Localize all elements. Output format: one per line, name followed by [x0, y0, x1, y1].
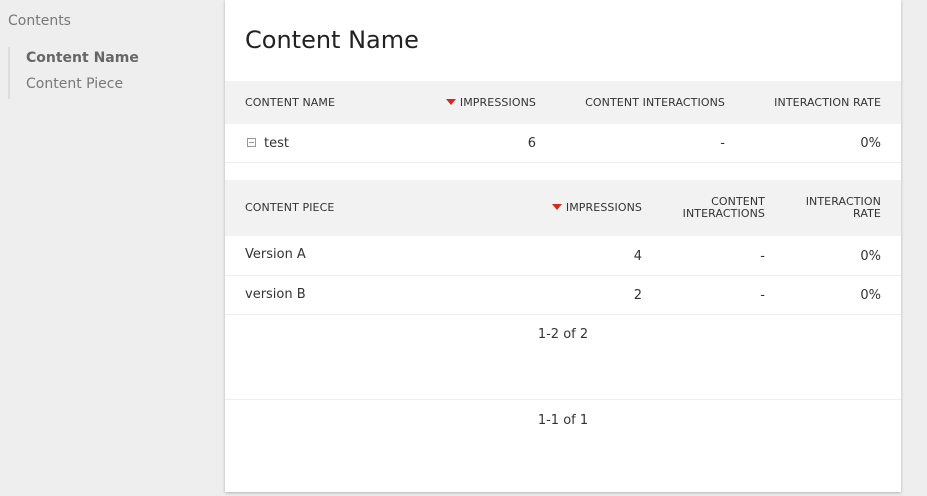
row-impressions: 4: [633, 249, 642, 264]
column-header-content-name[interactable]: CONTENT NAME: [245, 97, 335, 109]
row-interactions: -: [760, 288, 765, 303]
row-rate: 0%: [860, 249, 881, 264]
page-title: Content Name: [245, 26, 419, 54]
row-rate: 0%: [860, 136, 881, 151]
row-interactions: -: [760, 249, 765, 264]
row-rate: 0%: [860, 288, 881, 303]
table-row[interactable]: Version A 4 - 0%: [225, 236, 901, 276]
sidebar: Contents Content Name Content Piece: [0, 0, 225, 496]
column-header-interaction-rate[interactable]: INTERACTION RATE: [781, 196, 881, 220]
column-header-line-2: RATE: [853, 207, 881, 220]
sidebar-list: Content Name Content Piece: [8, 47, 139, 99]
sort-descending-icon[interactable]: [445, 99, 456, 105]
column-header-interaction-rate[interactable]: INTERACTION RATE: [745, 97, 881, 109]
column-header-impressions[interactable]: IMPRESSIONS: [542, 202, 642, 214]
report-card: Content Name CONTENT NAME IMPRESSIONS CO…: [225, 0, 901, 492]
sort-descending-icon[interactable]: [551, 204, 562, 210]
column-header-impressions-label: IMPRESSIONS: [565, 201, 642, 214]
row-impressions: 2: [633, 288, 642, 303]
divider: [225, 399, 901, 400]
outer-table-header: CONTENT NAME IMPRESSIONS CONTENT INTERAC…: [225, 81, 901, 124]
row-impressions: 6: [527, 136, 536, 151]
column-header-content-interactions[interactable]: CONTENT INTERACTIONS: [545, 97, 725, 109]
table-row[interactable]: test 6 - 0%: [225, 124, 901, 163]
column-header-impressions[interactable]: IMPRESSIONS: [436, 97, 536, 109]
column-header-content-piece[interactable]: CONTENT PIECE: [245, 202, 334, 214]
row-interactions: -: [720, 136, 725, 151]
sidebar-item-content-piece[interactable]: Content Piece: [26, 73, 139, 99]
inner-pagination: 1-2 of 2: [537, 327, 589, 342]
collapse-icon[interactable]: [247, 138, 256, 147]
sidebar-heading: Contents: [8, 13, 71, 29]
row-name: test: [264, 136, 289, 151]
row-name: version B: [245, 287, 306, 302]
column-header-line-2: INTERACTIONS: [682, 207, 765, 220]
column-header-impressions-label: IMPRESSIONS: [459, 96, 536, 109]
outer-pagination: 1-1 of 1: [537, 413, 589, 428]
inner-table-header: CONTENT PIECE IMPRESSIONS CONTENT INTERAC…: [225, 180, 901, 236]
sidebar-item-content-name[interactable]: Content Name: [26, 47, 139, 73]
row-name: Version A: [245, 247, 306, 262]
table-row[interactable]: version B 2 - 0%: [225, 276, 901, 315]
column-header-content-interactions[interactable]: CONTENT INTERACTIONS: [655, 196, 765, 220]
